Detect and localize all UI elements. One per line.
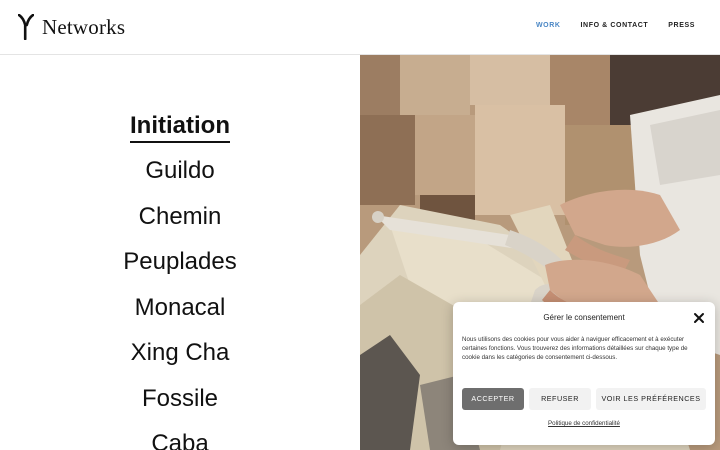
logo-mark-icon bbox=[18, 14, 34, 40]
project-label: Xing Cha bbox=[130, 339, 230, 366]
project-label: Guildo bbox=[145, 157, 215, 184]
project-item-caba[interactable]: Caba bbox=[0, 430, 360, 450]
project-label: Caba bbox=[151, 430, 209, 450]
project-label: Peuplades bbox=[123, 248, 237, 275]
project-item-monacal[interactable]: Monacal bbox=[0, 294, 360, 322]
close-icon[interactable] bbox=[692, 311, 706, 325]
accept-button[interactable]: ACCEPTER bbox=[462, 388, 524, 410]
nav-work[interactable]: WORK bbox=[536, 22, 561, 29]
cookie-consent-dialog: Gérer le consentement Nous utilisons des… bbox=[453, 302, 715, 445]
project-label: Chemin bbox=[138, 203, 222, 230]
nav-info-contact[interactable]: INFO & CONTACT bbox=[581, 22, 649, 29]
dialog-description: Nous utilisons des cookies pour vous aid… bbox=[462, 336, 688, 361]
project-item-chemin[interactable]: Chemin bbox=[0, 203, 360, 231]
project-item-fossile[interactable]: Fossile bbox=[0, 385, 360, 413]
project-item-guildo[interactable]: Guildo bbox=[0, 157, 360, 185]
brand-logo[interactable]: Networks bbox=[18, 14, 125, 40]
privacy-policy-link[interactable]: Politique de confidentialité bbox=[453, 420, 715, 427]
dialog-title: Gérer le consentement bbox=[543, 313, 625, 322]
project-item-xing-cha[interactable]: Xing Cha bbox=[0, 339, 360, 367]
project-label: Fossile bbox=[141, 385, 219, 412]
main-nav: WORK INFO & CONTACT PRESS bbox=[536, 22, 695, 29]
project-list: Initiation Guildo Chemin Peuplades Monac… bbox=[0, 55, 360, 450]
nav-press[interactable]: PRESS bbox=[668, 22, 695, 29]
project-label: Monacal bbox=[134, 294, 226, 321]
view-preferences-button[interactable]: VOIR LES PRÉFÉRENCES bbox=[596, 388, 706, 410]
refuse-button[interactable]: REFUSER bbox=[529, 388, 591, 410]
project-item-initiation[interactable]: Initiation bbox=[0, 112, 360, 143]
brand-name: Networks bbox=[42, 14, 126, 39]
site-header: Networks WORK INFO & CONTACT PRESS bbox=[0, 0, 720, 55]
project-label: Initiation bbox=[130, 112, 230, 143]
project-item-peuplades[interactable]: Peuplades bbox=[0, 248, 360, 276]
